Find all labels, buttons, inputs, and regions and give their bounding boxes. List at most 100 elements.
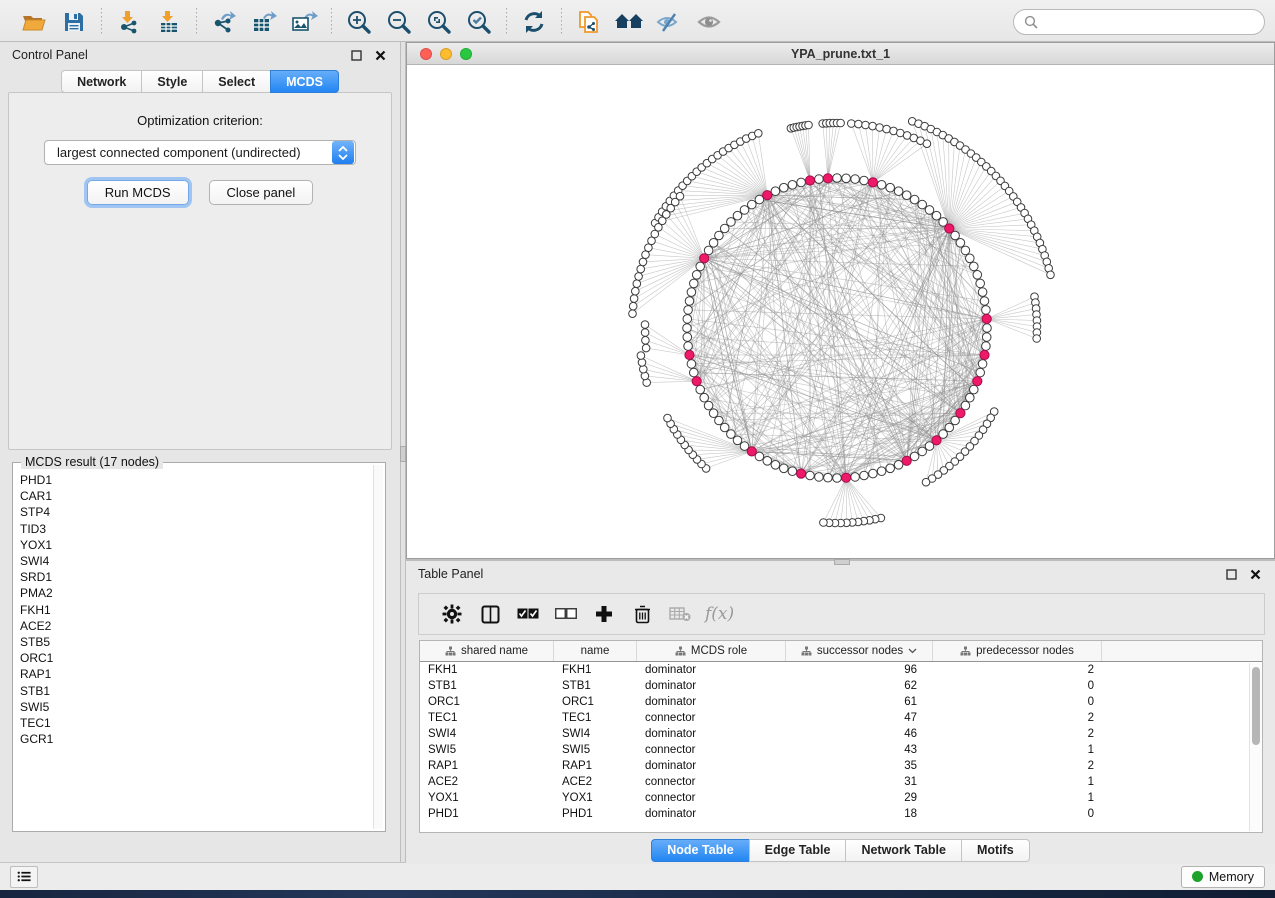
- tab-network-table[interactable]: Network Table: [845, 839, 961, 862]
- list-item[interactable]: PMA2: [20, 585, 373, 601]
- control-panel-float-button[interactable]: [348, 47, 364, 63]
- network-window-titlebar[interactable]: YPA_prune.txt_1: [407, 43, 1274, 65]
- cell-mcds-role[interactable]: dominator: [637, 680, 786, 692]
- cell-predecessor-nodes[interactable]: 2: [933, 728, 1102, 740]
- open-session-button[interactable]: [14, 5, 54, 39]
- column-header-name[interactable]: name: [554, 641, 637, 661]
- cell-predecessor-nodes[interactable]: 1: [933, 776, 1102, 788]
- cell-predecessor-nodes[interactable]: 2: [933, 760, 1102, 772]
- export-network-button[interactable]: [204, 5, 244, 39]
- cell-shared-name[interactable]: STB1: [420, 680, 554, 692]
- cell-shared-name[interactable]: RAP1: [420, 760, 554, 772]
- cell-mcds-role[interactable]: dominator: [637, 696, 786, 708]
- cell-mcds-role[interactable]: dominator: [637, 760, 786, 772]
- cell-successor-nodes[interactable]: 35: [786, 760, 933, 772]
- cell-successor-nodes[interactable]: 18: [786, 808, 933, 820]
- list-item[interactable]: RAP1: [20, 666, 373, 682]
- tab-motifs[interactable]: Motifs: [961, 839, 1030, 862]
- cell-successor-nodes[interactable]: 29: [786, 792, 933, 804]
- tab-edge-table[interactable]: Edge Table: [749, 839, 846, 862]
- list-item[interactable]: TEC1: [20, 715, 373, 731]
- tab-mcds[interactable]: MCDS: [270, 70, 339, 93]
- list-item[interactable]: SWI4: [20, 553, 373, 569]
- cell-mcds-role[interactable]: connector: [637, 792, 786, 804]
- table-panel-close-button[interactable]: [1247, 566, 1263, 582]
- cell-predecessor-nodes[interactable]: 1: [933, 792, 1102, 804]
- copy-network-button[interactable]: [569, 5, 609, 39]
- table-scrollbar[interactable]: [1249, 663, 1262, 831]
- tab-select[interactable]: Select: [202, 70, 270, 93]
- export-table-button[interactable]: [244, 5, 284, 39]
- tab-style[interactable]: Style: [141, 70, 202, 93]
- vertical-splitter[interactable]: [400, 42, 406, 862]
- cell-predecessor-nodes[interactable]: 0: [933, 808, 1102, 820]
- cell-predecessor-nodes[interactable]: 0: [933, 680, 1102, 692]
- list-item[interactable]: TID3: [20, 521, 373, 537]
- create-column-button[interactable]: [585, 597, 623, 631]
- cell-successor-nodes[interactable]: 43: [786, 744, 933, 756]
- zoom-selected-button[interactable]: [459, 5, 499, 39]
- list-item[interactable]: STP4: [20, 504, 373, 520]
- zoom-out-button[interactable]: [379, 5, 419, 39]
- column-header-shared-name[interactable]: shared name: [420, 641, 554, 661]
- table-row[interactable]: FKH1 FKH1 dominator 96 2: [420, 662, 1262, 678]
- column-header-predecessor-nodes[interactable]: predecessor nodes: [933, 641, 1102, 661]
- criterion-select[interactable]: largest connected component (undirected): [44, 140, 356, 165]
- cell-successor-nodes[interactable]: 46: [786, 728, 933, 740]
- import-table-button[interactable]: [149, 5, 189, 39]
- splitter-grip[interactable]: [400, 446, 406, 462]
- cell-name[interactable]: YOX1: [554, 792, 637, 804]
- column-header-mcds-role[interactable]: MCDS role: [637, 641, 786, 661]
- cell-mcds-role[interactable]: dominator: [637, 664, 786, 676]
- cell-predecessor-nodes[interactable]: 2: [933, 712, 1102, 724]
- tab-network[interactable]: Network: [61, 70, 141, 93]
- cell-successor-nodes[interactable]: 61: [786, 696, 933, 708]
- list-item[interactable]: STB5: [20, 634, 373, 650]
- control-panel-close-button[interactable]: [372, 47, 388, 63]
- column-header-successor-nodes[interactable]: successor nodes: [786, 641, 933, 661]
- delete-column-button[interactable]: [623, 597, 661, 631]
- import-network-button[interactable]: [109, 5, 149, 39]
- cell-successor-nodes[interactable]: 47: [786, 712, 933, 724]
- horizontal-splitter[interactable]: [406, 559, 1275, 561]
- zoom-fit-button[interactable]: [419, 5, 459, 39]
- cell-name[interactable]: TEC1: [554, 712, 637, 724]
- cell-name[interactable]: ACE2: [554, 776, 637, 788]
- list-item[interactable]: ACE2: [20, 618, 373, 634]
- table-row[interactable]: YOX1 YOX1 connector 29 1: [420, 790, 1262, 806]
- table-row[interactable]: STB1 STB1 dominator 62 0: [420, 678, 1262, 694]
- cell-name[interactable]: FKH1: [554, 664, 637, 676]
- task-history-button[interactable]: [10, 866, 38, 888]
- cell-mcds-role[interactable]: dominator: [637, 808, 786, 820]
- table-panel-float-button[interactable]: [1223, 566, 1239, 582]
- table-row[interactable]: RAP1 RAP1 dominator 35 2: [420, 758, 1262, 774]
- cell-successor-nodes[interactable]: 62: [786, 680, 933, 692]
- function-builder-button[interactable]: f(x): [699, 597, 740, 631]
- select-all-button[interactable]: [509, 597, 547, 631]
- cell-shared-name[interactable]: ORC1: [420, 696, 554, 708]
- first-neighbors-button[interactable]: [609, 5, 649, 39]
- cell-mcds-role[interactable]: connector: [637, 712, 786, 724]
- delete-table-button[interactable]: [661, 597, 699, 631]
- mcds-list-scrollbar[interactable]: [373, 465, 383, 829]
- cell-mcds-role[interactable]: connector: [637, 744, 786, 756]
- save-session-button[interactable]: [54, 5, 94, 39]
- show-all-button[interactable]: [689, 5, 729, 39]
- list-item[interactable]: FKH1: [20, 602, 373, 618]
- table-row[interactable]: ORC1 ORC1 dominator 61 0: [420, 694, 1262, 710]
- cell-predecessor-nodes[interactable]: 0: [933, 696, 1102, 708]
- list-item[interactable]: SWI5: [20, 699, 373, 715]
- list-item[interactable]: CAR1: [20, 488, 373, 504]
- memory-button[interactable]: Memory: [1181, 866, 1265, 888]
- cell-name[interactable]: ORC1: [554, 696, 637, 708]
- list-item[interactable]: PHD1: [20, 472, 373, 488]
- cell-mcds-role[interactable]: dominator: [637, 728, 786, 740]
- cell-shared-name[interactable]: ACE2: [420, 776, 554, 788]
- cell-name[interactable]: PHD1: [554, 808, 637, 820]
- list-item[interactable]: ORC1: [20, 650, 373, 666]
- cell-shared-name[interactable]: SWI5: [420, 744, 554, 756]
- table-row[interactable]: ACE2 ACE2 connector 31 1: [420, 774, 1262, 790]
- list-item[interactable]: GCR1: [20, 731, 373, 747]
- table-row[interactable]: SWI4 SWI4 dominator 46 2: [420, 726, 1262, 742]
- mcds-result-list[interactable]: PHD1 CAR1 STP4 TID3 YOX1 SWI4 SRD1 PMA2 …: [15, 469, 373, 829]
